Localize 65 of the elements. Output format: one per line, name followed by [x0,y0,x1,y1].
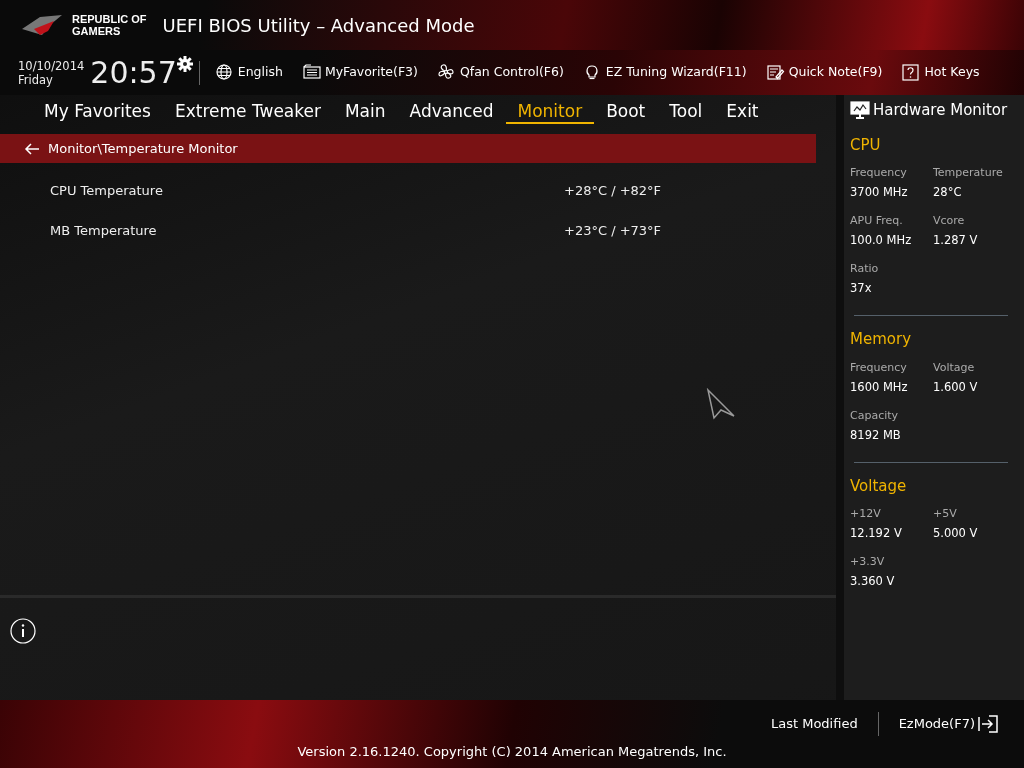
toolbar-button[interactable]: EZ Tuning Wizard(F11) [573,63,757,82]
stat-value: 5.000 V [933,526,979,540]
menu-tab[interactable]: Main [332,100,398,124]
stat-value: 3.360 V [850,574,896,588]
gear-icon[interactable] [176,56,193,72]
stat-value: 1600 MHz [850,379,909,394]
breadcrumb-text: Monitor\Temperature Monitor [48,139,238,158]
toolbar-button[interactable]: English [205,63,293,82]
note-icon [766,64,785,81]
stat-label: Vcore [933,214,966,228]
help-icon [902,64,921,81]
stat-value: 1.600 V [933,379,979,394]
toolbar-button[interactable]: Hot Keys [892,63,990,82]
setting-value: +23°C / +73°F [564,222,662,241]
stat-label: Voltage [933,360,976,375]
window-title: UEFI BIOS Utility – Advanced Mode [162,13,475,38]
menu-tab[interactable]: Extreme Tweaker [162,100,333,124]
toolbar-button[interactable]: MyFavorite(F3) [292,63,428,82]
cursor-icon [706,388,736,420]
stat-value: 37x [850,281,873,295]
back-arrow-icon[interactable] [24,142,40,155]
monitor-icon [850,101,870,120]
stat-value: 1.287 V [933,233,979,247]
section-title: CPU [850,134,882,156]
menu-tab[interactable]: Advanced [397,100,506,124]
setting-label: MB Temperature [50,222,158,241]
globe-icon [215,64,234,81]
menu-tab[interactable]: Boot [594,100,658,124]
stat-label: Frequency [850,360,908,375]
menu-tab[interactable]: Tool [657,100,715,124]
rog-logo-icon [20,13,64,37]
section-title: Memory [850,329,912,350]
stat-label: +12V [850,507,882,521]
toolbar-button[interactable]: Qfan Control(F6) [427,63,574,82]
stat-value: 100.0 MHz [850,233,913,247]
day-text: Friday [18,72,54,87]
stat-value: 28°C [933,185,963,199]
footer-link[interactable]: EzMode(F7) [884,714,1012,734]
stat-value: 8192 MB [850,427,902,442]
version-text: Version 2.16.1240. Copyright (C) 2014 American Megatrends, Inc. [297,743,727,761]
stat-label: +5V [933,507,958,521]
menu-tab[interactable]: Monitor [505,100,595,124]
exit-icon [978,715,998,733]
logo-text: REPUBLIC OF GAMERS [72,13,147,37]
stat-label: Temperature [933,166,1004,180]
stat-value: 3700 MHz [850,185,909,199]
stat-label: Ratio [850,262,880,276]
setting-label: CPU Temperature [50,182,164,201]
stat-value: 12.192 V [850,526,903,540]
info-icon [10,618,36,644]
stat-label: APU Freq. [850,214,904,228]
menu-tab[interactable]: My Favorites [32,100,163,124]
stat-label: +3.3V [850,555,886,569]
clock-text: 20:57 [90,57,177,88]
section-title: Voltage [850,475,908,497]
stat-label: Capacity [850,408,900,423]
panel-title: Hardware Monitor [873,100,1008,121]
toolbar-button[interactable]: Quick Note(F9) [756,63,893,82]
setting-value: +28°C / +82°F [564,182,662,201]
stat-label: Frequency [850,166,908,180]
list-icon [302,64,321,81]
footer-link[interactable]: Last Modified [756,714,872,734]
menu-tab[interactable]: Exit [714,100,771,124]
fan-icon [437,64,456,81]
date-text: 10/10/2014 [18,58,85,73]
